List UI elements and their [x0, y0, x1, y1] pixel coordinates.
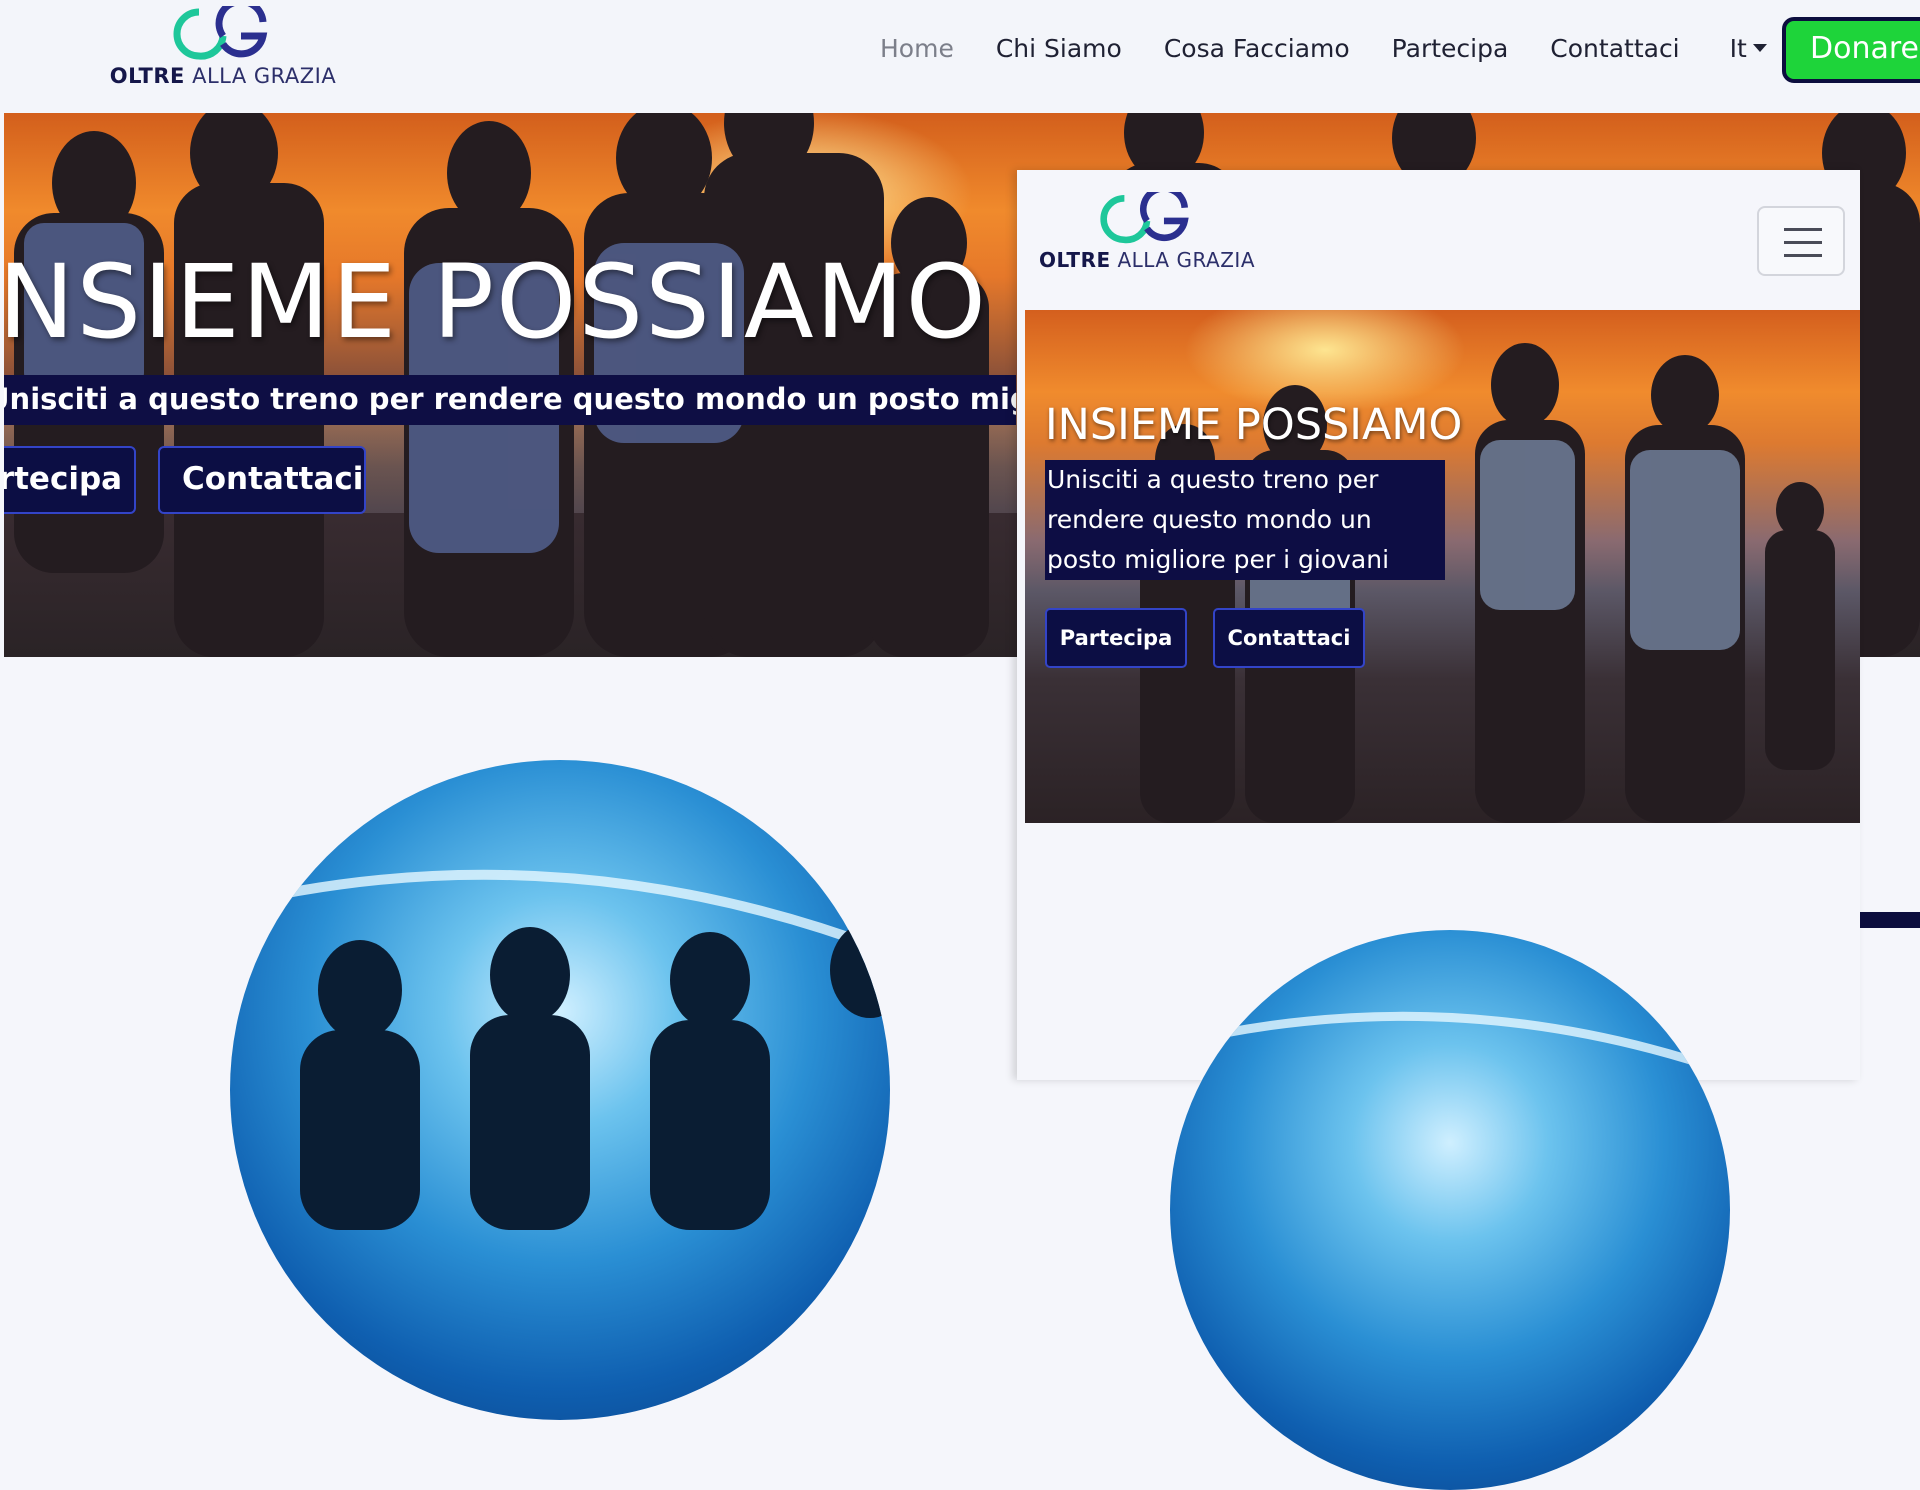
nav-item-chi-siamo[interactable]: Chi Siamo: [996, 34, 1122, 63]
globe-image: [230, 760, 890, 1420]
hamburger-menu-button[interactable]: [1757, 206, 1845, 276]
mobile-logo-text-light: ALLA GRAZIA: [1117, 248, 1255, 272]
logo-text-bold: OLTRE: [109, 64, 185, 88]
donate-button[interactable]: Donare: [1782, 17, 1920, 83]
mobile-hero-title: INSIEME POSSIAMO: [1045, 400, 1463, 450]
mobile-hero-banner: INSIEME POSSIAMO Unisciti a questo treno…: [1025, 310, 1860, 823]
mobile-site-logo[interactable]: OLTRE ALLA GRAZIA: [1037, 192, 1257, 272]
mobile-globe-image: [1170, 930, 1730, 1490]
hamburger-icon-line: [1784, 241, 1822, 244]
mobile-globe-illustration: [1170, 1011, 1730, 1078]
logo-text-light: ALLA GRAZIA: [192, 64, 337, 88]
hero-title: INSIEME POSSIAMO: [4, 243, 988, 362]
nav-item-cosa-facciamo[interactable]: Cosa Facciamo: [1164, 34, 1350, 63]
language-dropdown[interactable]: It: [1730, 34, 1767, 63]
mobile-header: OLTRE ALLA GRAZIA: [1017, 170, 1860, 308]
hero-subtitle: Unisciti a questo treno per rendere ques…: [4, 375, 1016, 425]
mobile-logo-text-bold: OLTRE: [1038, 248, 1111, 272]
hamburger-icon-line: [1784, 254, 1822, 257]
nav-item-home[interactable]: Home: [880, 34, 954, 63]
mobile-partecipa-button[interactable]: Partecipa: [1045, 608, 1187, 668]
language-label: It: [1729, 33, 1747, 63]
hamburger-icon: [1784, 228, 1822, 231]
globe-illustration: [230, 869, 890, 1230]
hero-partecipa-button[interactable]: Partecipa: [4, 446, 136, 514]
top-navbar: OLTRE ALLA GRAZIA Home Chi Siamo Cosa Fa…: [0, 0, 1920, 112]
nav-item-partecipa[interactable]: Partecipa: [1392, 34, 1509, 63]
mobile-hero-subtitle: Unisciti a questo treno per rendere ques…: [1045, 460, 1445, 580]
caret-down-icon: [1752, 44, 1767, 52]
hero-contattaci-button[interactable]: Contattaci: [158, 446, 366, 514]
mobile-contattaci-button[interactable]: Contattaci: [1213, 608, 1365, 668]
side-accent-bar: [1860, 912, 1920, 928]
main-navigation: Home Chi Siamo Cosa Facciamo Partecipa C…: [880, 28, 1767, 68]
mobile-logo-mark-icon: [1100, 192, 1189, 244]
logo-mark-icon: [173, 6, 268, 60]
nav-item-contattaci[interactable]: Contattaci: [1550, 34, 1679, 63]
site-logo[interactable]: OLTRE ALLA GRAZIA: [108, 6, 338, 88]
